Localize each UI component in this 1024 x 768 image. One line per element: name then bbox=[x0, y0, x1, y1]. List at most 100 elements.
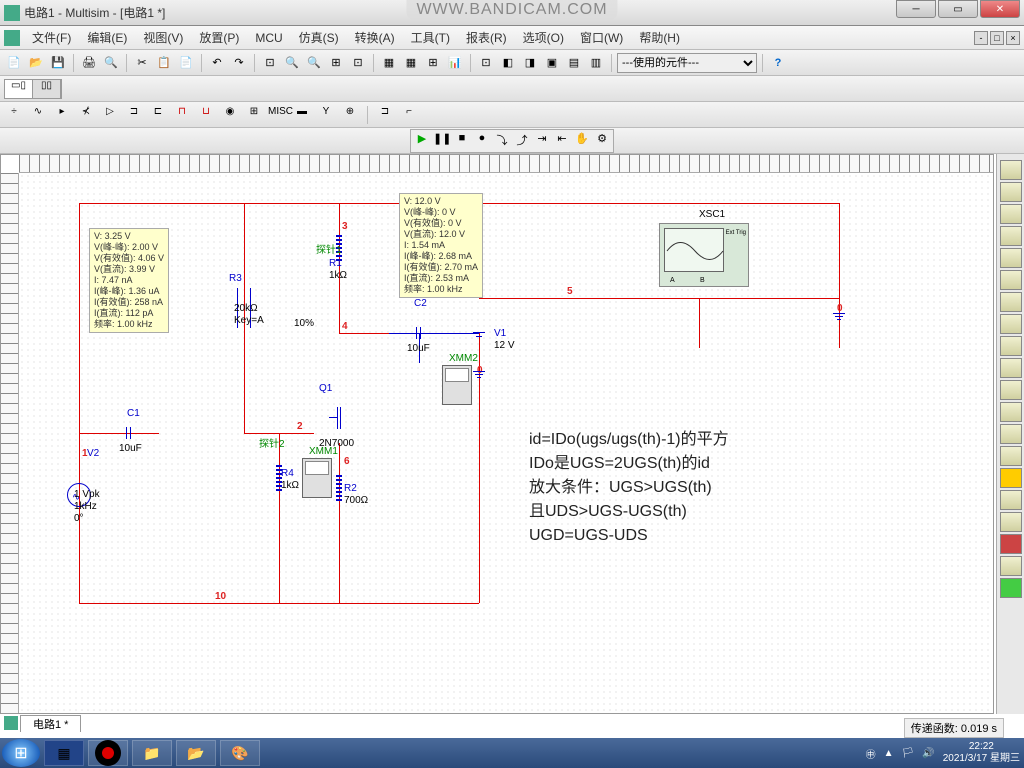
cut-button[interactable]: ✂ bbox=[132, 53, 152, 73]
r3-label[interactable]: R3 bbox=[229, 273, 242, 284]
ttl-icon[interactable]: ⊐ bbox=[124, 106, 144, 124]
flag-icon[interactable]: 🏳 bbox=[902, 748, 915, 759]
wire[interactable] bbox=[79, 203, 80, 603]
ime-icon[interactable]: ㊥ bbox=[866, 746, 876, 761]
elmech-icon[interactable]: ⊕ bbox=[340, 106, 360, 124]
resistor-r4[interactable] bbox=[273, 463, 285, 493]
step-back-button[interactable]: ⇤ bbox=[553, 132, 571, 150]
menu-help[interactable]: 帮助(H) bbox=[631, 29, 688, 46]
wire[interactable] bbox=[279, 603, 479, 604]
menu-tools[interactable]: 工具(T) bbox=[403, 29, 458, 46]
battery-v1[interactable] bbox=[473, 328, 485, 344]
wire[interactable] bbox=[839, 203, 840, 348]
mixed-icon[interactable]: ⊔ bbox=[196, 106, 216, 124]
mdi-max[interactable]: □ bbox=[990, 31, 1004, 45]
task-app2[interactable]: 🎨 bbox=[220, 740, 260, 766]
open-button[interactable]: 📂 bbox=[26, 53, 46, 73]
oscilloscope-xsc1[interactable]: Ext Trig A B bbox=[659, 223, 749, 287]
misc2-button[interactable]: ◨ bbox=[520, 53, 540, 73]
preview-button[interactable]: 🔍 bbox=[101, 53, 121, 73]
menu-report[interactable]: 报表(R) bbox=[458, 29, 515, 46]
connector-icon[interactable]: ⌐ bbox=[399, 106, 419, 124]
funcgen-icon[interactable] bbox=[1000, 182, 1022, 202]
mdi-close[interactable]: × bbox=[1006, 31, 1020, 45]
analog-icon[interactable]: ▷ bbox=[100, 106, 120, 124]
misc4-button[interactable]: ▤ bbox=[564, 53, 584, 73]
multimeter-xmm1[interactable] bbox=[302, 458, 332, 498]
mosfet-q1[interactable] bbox=[329, 403, 349, 433]
sim-settings-button[interactable]: ✋ bbox=[573, 132, 591, 150]
undo-button[interactable]: ↶ bbox=[207, 53, 227, 73]
save-button[interactable]: 💾 bbox=[48, 53, 68, 73]
capacitor-c1[interactable] bbox=[119, 427, 139, 439]
misc1-button[interactable]: ◧ bbox=[498, 53, 518, 73]
wordgen-icon[interactable] bbox=[1000, 314, 1022, 334]
probe-icon[interactable] bbox=[1000, 578, 1022, 598]
rf-icon[interactable]: Y bbox=[316, 106, 336, 124]
menu-window[interactable]: 窗口(W) bbox=[572, 29, 631, 46]
advanced-icon[interactable]: ▬ bbox=[292, 106, 312, 124]
menu-options[interactable]: 选项(O) bbox=[515, 29, 572, 46]
sim-analysis-button[interactable]: ⚙ bbox=[593, 132, 611, 150]
multimeter-xmm2[interactable] bbox=[442, 365, 472, 405]
misc5-button[interactable]: ▥ bbox=[586, 53, 606, 73]
minimize-button[interactable]: ─ bbox=[896, 0, 936, 18]
run-button[interactable]: ▶ bbox=[413, 132, 431, 150]
grid-button[interactable]: ▦ bbox=[401, 53, 421, 73]
volume-icon[interactable]: 🔊 bbox=[922, 748, 934, 759]
misc3-button[interactable]: ▣ bbox=[542, 53, 562, 73]
wire[interactable] bbox=[699, 298, 700, 348]
agilent-scope-icon[interactable] bbox=[1000, 512, 1022, 532]
tek-scope-icon[interactable] bbox=[1000, 534, 1022, 554]
distortion-icon[interactable] bbox=[1000, 402, 1022, 422]
postproc-button[interactable]: 📊 bbox=[445, 53, 465, 73]
db-button[interactable]: ▦ bbox=[379, 53, 399, 73]
step-into-button[interactable]: ⤵ bbox=[493, 132, 511, 150]
diode-icon[interactable]: ▸ bbox=[52, 106, 72, 124]
c1-label[interactable]: C1 bbox=[127, 408, 140, 419]
bus-icon[interactable]: ⊐ bbox=[375, 106, 395, 124]
start-button[interactable]: ⊞ bbox=[2, 739, 40, 767]
logic-conv-icon[interactable] bbox=[1000, 358, 1022, 378]
task-folder[interactable]: 📂 bbox=[176, 740, 216, 766]
capacitor-c2[interactable] bbox=[409, 327, 429, 339]
menu-place[interactable]: 放置(P) bbox=[191, 29, 247, 46]
misc-digital-icon[interactable]: ⊓ bbox=[172, 106, 192, 124]
indicator-icon[interactable]: ◉ bbox=[220, 106, 240, 124]
multimeter-icon[interactable] bbox=[1000, 160, 1022, 180]
wire[interactable] bbox=[279, 433, 280, 603]
wire[interactable] bbox=[339, 333, 389, 334]
spreadsheet-button[interactable]: ⊞ bbox=[423, 53, 443, 73]
task-explorer[interactable]: 📁 bbox=[132, 740, 172, 766]
wire[interactable] bbox=[389, 333, 479, 334]
wire[interactable] bbox=[479, 298, 839, 299]
breadboard-button[interactable]: ⊡ bbox=[476, 53, 496, 73]
3d-tab[interactable]: ▯▯ bbox=[33, 80, 61, 98]
zoom-full-button[interactable]: ⊡ bbox=[260, 53, 280, 73]
menu-transfer[interactable]: 转换(A) bbox=[347, 29, 403, 46]
step-out-button[interactable]: ⇥ bbox=[533, 132, 551, 150]
stop-button[interactable]: ■ bbox=[453, 132, 471, 150]
4ch-scope-icon[interactable] bbox=[1000, 248, 1022, 268]
clock-date[interactable]: 2021/3/17 星期三 bbox=[943, 753, 1020, 765]
circuit-tab[interactable]: 电路1 * bbox=[20, 715, 81, 732]
menu-file[interactable]: 文件(F) bbox=[24, 29, 79, 46]
schematic-canvas[interactable]: V: 3.25 V V(峰-峰): 2.00 V V(有效值): 4.06 V … bbox=[19, 173, 993, 713]
r2-label[interactable]: R2 bbox=[344, 483, 357, 494]
labview-icon[interactable] bbox=[1000, 556, 1022, 576]
menu-sim[interactable]: 仿真(S) bbox=[291, 29, 347, 46]
q1-label[interactable]: Q1 bbox=[319, 383, 332, 394]
record-button[interactable]: ● bbox=[473, 132, 491, 150]
transistor-icon[interactable]: ⊀ bbox=[76, 106, 96, 124]
misc-icon[interactable]: MISC bbox=[268, 106, 288, 124]
tray-up-icon[interactable]: ▲ bbox=[884, 748, 894, 759]
bode-icon[interactable] bbox=[1000, 270, 1022, 290]
c2-label[interactable]: C2 bbox=[414, 298, 427, 309]
freq-counter-icon[interactable] bbox=[1000, 292, 1022, 312]
v1-label[interactable]: V1 bbox=[494, 328, 506, 339]
resistor-r2[interactable] bbox=[333, 473, 345, 503]
power-icon[interactable]: ⊞ bbox=[244, 106, 264, 124]
network-icon[interactable] bbox=[1000, 446, 1022, 466]
menu-view[interactable]: 视图(V) bbox=[135, 29, 191, 46]
basic-icon[interactable]: ∿ bbox=[28, 106, 48, 124]
